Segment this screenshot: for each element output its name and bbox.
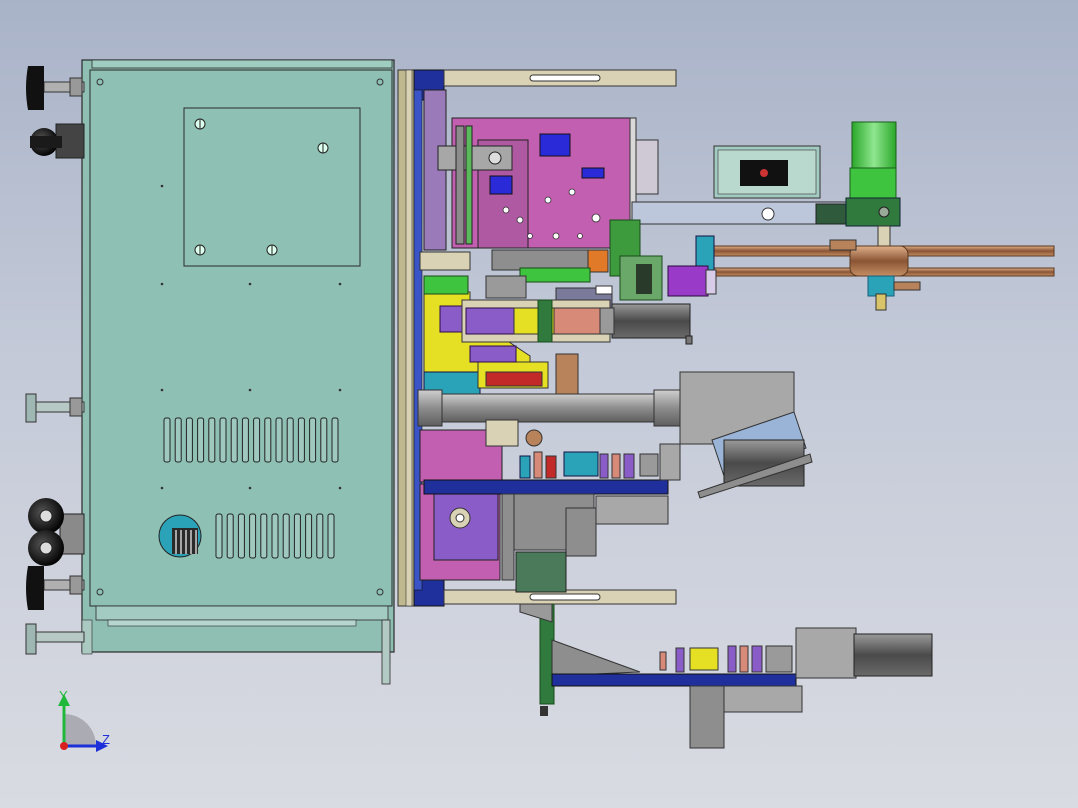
horizontal-shaft xyxy=(417,389,683,427)
vent-slot xyxy=(230,417,238,463)
vent-slot xyxy=(305,513,313,559)
vent-slot xyxy=(327,513,335,559)
leveling-foot-mid xyxy=(25,393,85,423)
vent-slot xyxy=(215,513,223,559)
leveling-foot-bottom xyxy=(25,623,85,655)
vent-slot xyxy=(331,417,339,463)
cabinet-door-panel xyxy=(183,107,361,267)
vent-slot xyxy=(316,513,324,559)
vent-slot xyxy=(253,417,261,463)
vent-slot xyxy=(286,417,294,463)
horizontal-arm xyxy=(631,201,853,225)
top-guide-bracket xyxy=(443,69,677,87)
cable-gland xyxy=(158,514,202,558)
x-axis-dot xyxy=(60,742,68,750)
stand-post xyxy=(515,551,567,716)
triad-arc xyxy=(64,714,96,746)
bottom-shaft-assembly xyxy=(551,627,933,749)
caster-wheel-top xyxy=(30,123,85,159)
ventilation-slots-lower xyxy=(215,513,335,559)
vent-slot xyxy=(282,513,290,559)
vent-slot xyxy=(226,513,234,559)
vent-slot xyxy=(271,513,279,559)
vent-slot xyxy=(219,417,227,463)
vent-slot xyxy=(249,513,257,559)
vent-slot xyxy=(264,417,272,463)
vent-slot xyxy=(309,417,317,463)
vent-slot xyxy=(163,417,171,463)
caster-wheel-bottom xyxy=(28,498,85,566)
gear-motor-housing xyxy=(679,371,813,499)
cad-viewport[interactable]: Y Z xyxy=(0,0,1078,808)
vent-slot xyxy=(293,513,301,559)
cylinder-block xyxy=(461,299,611,343)
y-axis-label: Y xyxy=(59,688,68,703)
vent-slot xyxy=(185,417,193,463)
green-motor xyxy=(845,121,901,247)
vent-slot xyxy=(320,417,328,463)
coupling-stack-upper xyxy=(519,443,681,481)
vent-slot xyxy=(237,513,245,559)
sensor-box xyxy=(713,145,821,199)
leveling-foot-lower xyxy=(26,566,85,610)
leveling-foot-top xyxy=(26,66,85,110)
vent-slot xyxy=(208,417,216,463)
copper-belt-pulley xyxy=(695,235,1055,311)
magenta-mounting-plate xyxy=(423,89,631,251)
vent-slot xyxy=(197,417,205,463)
vent-slot xyxy=(241,417,249,463)
vent-slot xyxy=(275,417,283,463)
servo-motor-upper xyxy=(599,303,693,345)
vent-slot xyxy=(174,417,182,463)
vent-slot xyxy=(297,417,305,463)
axis-triad: Y Z xyxy=(58,688,110,752)
z-axis-label: Z xyxy=(102,732,110,747)
vent-slot xyxy=(260,513,268,559)
